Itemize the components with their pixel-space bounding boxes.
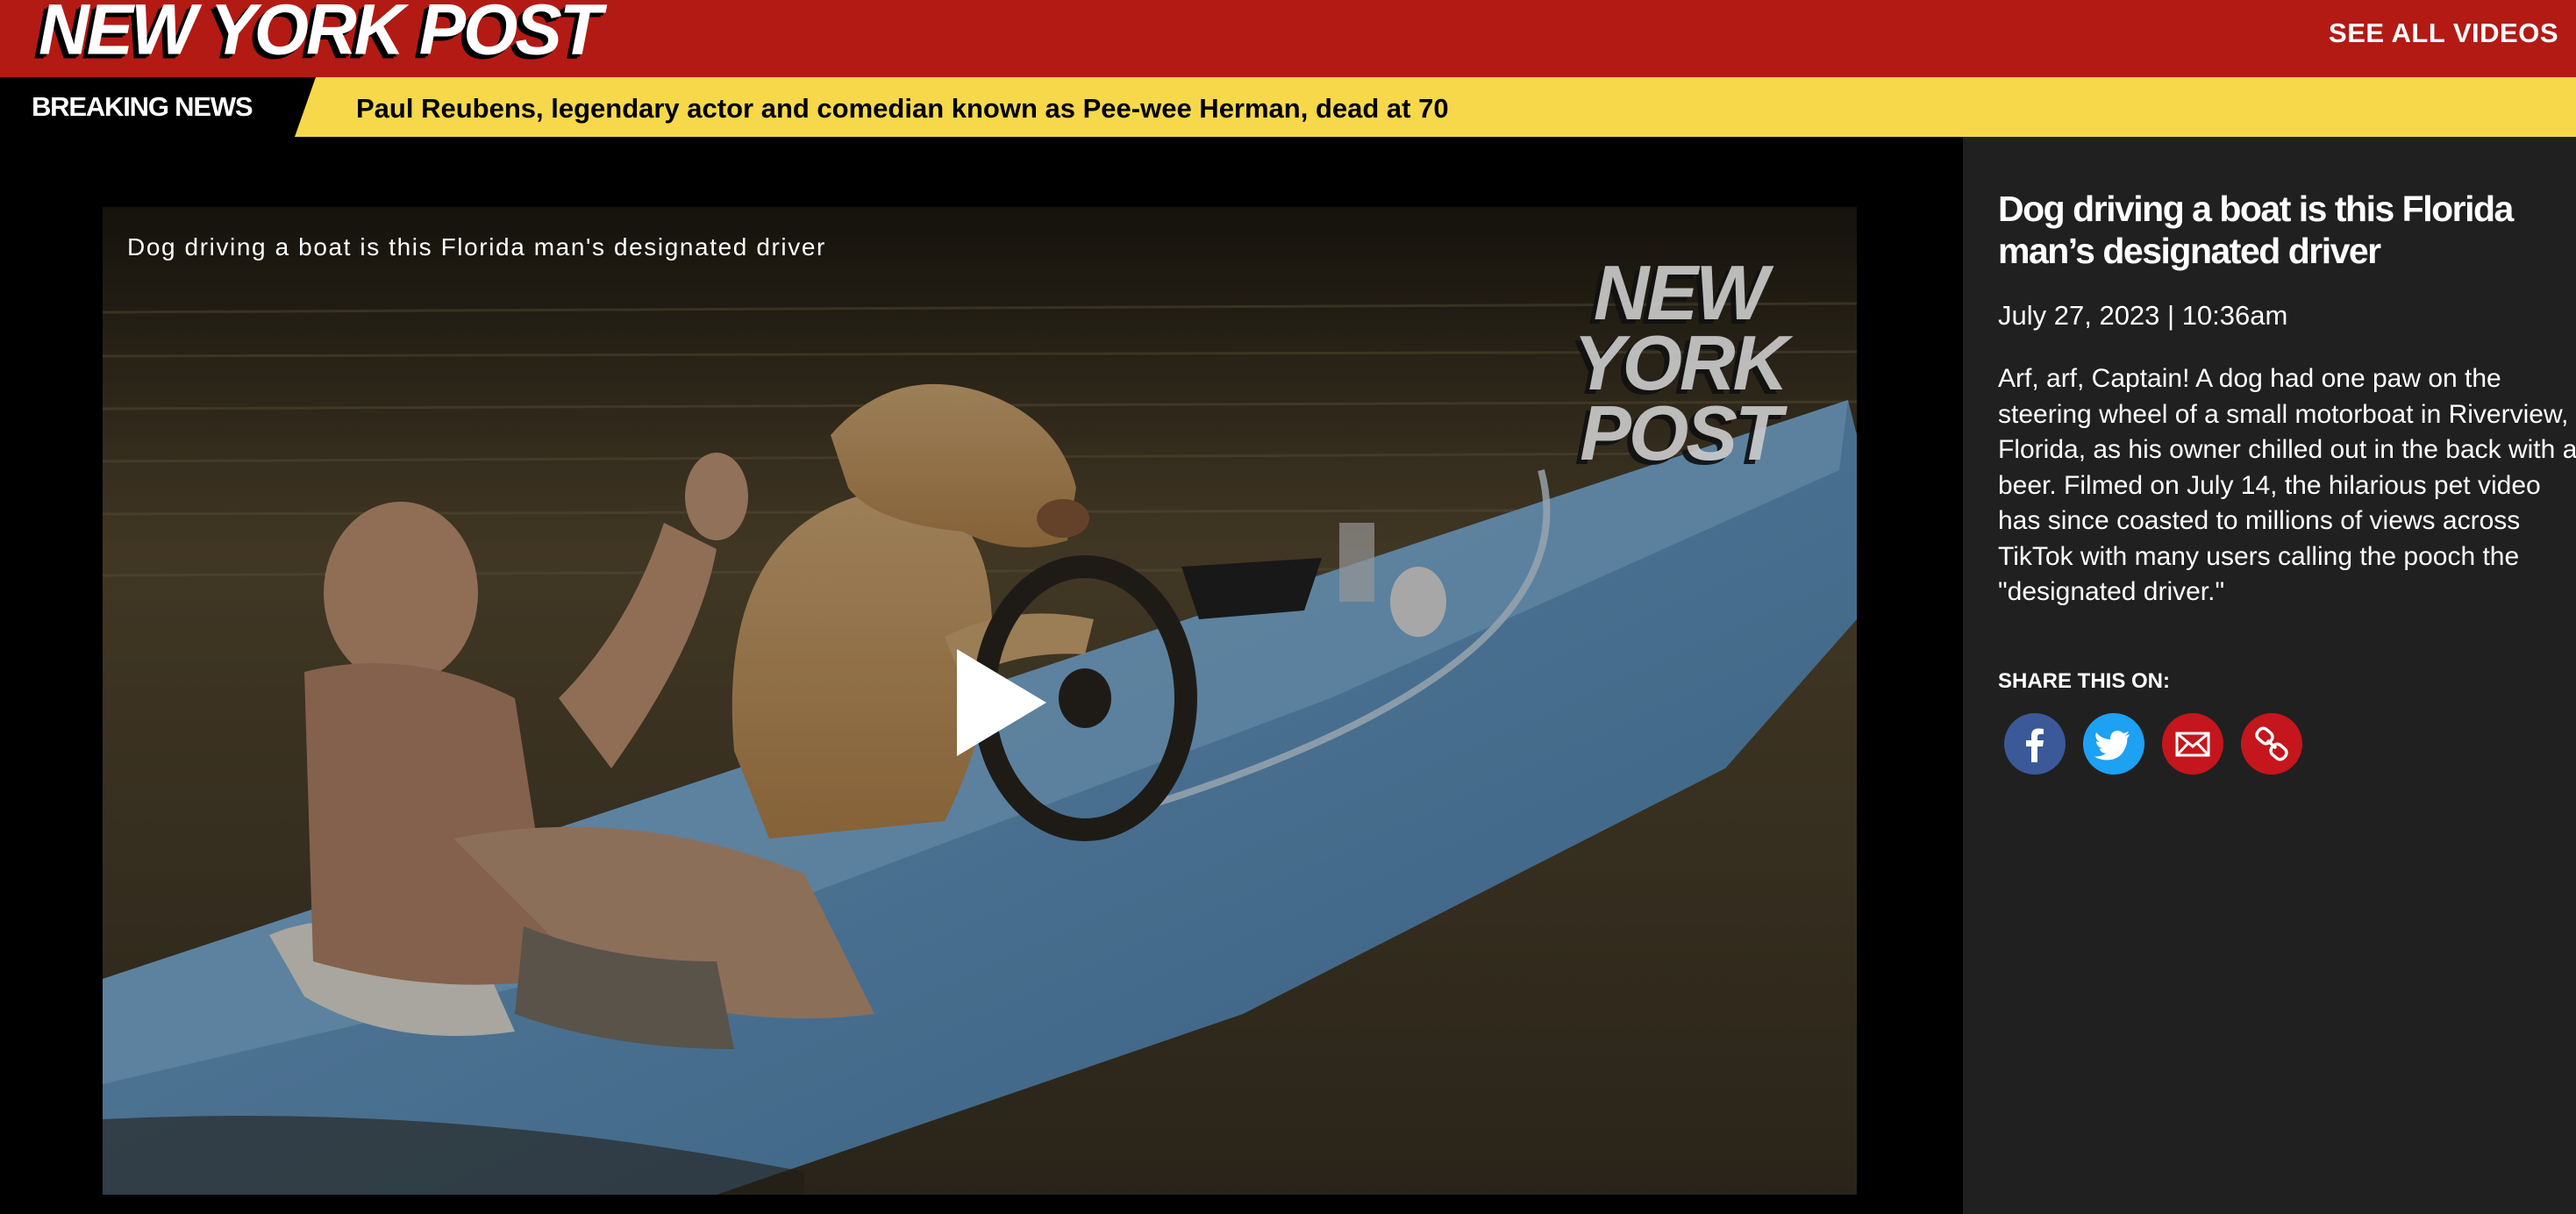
share-email-button[interactable] [2162,713,2223,775]
breaking-news-headline[interactable]: Paul Reubens, legendary actor and comedi… [356,93,1449,125]
share-facebook-button[interactable] [2004,713,2066,775]
video-stage: Dog driving a boat is this Florida man's… [0,137,1963,1214]
play-icon[interactable] [939,646,1053,760]
see-all-videos-link[interactable]: SEE ALL VIDEOS [2329,18,2558,49]
new-york-post-watermark: NEW YORK POST [1566,249,1794,476]
breaking-news-bar: BREAKING NEWS Paul Reubens, legendary ac… [0,77,2576,137]
email-icon [2162,713,2223,775]
breaking-news-label: BREAKING NEWS [32,91,253,122]
facebook-icon [2004,713,2066,775]
link-icon [2241,713,2302,775]
article-title: Dog driving a boat is this Florida man’s… [1998,189,2514,271]
new-york-post-logo[interactable]: NEW YORK POST [39,0,603,66]
article-date: July 27, 2023 | 10:36am [1998,300,2288,331]
video-overlay-title: Dog driving a boat is this Florida man's… [127,233,826,261]
video-player[interactable]: Dog driving a boat is this Florida man's… [103,207,1857,1195]
site-header: NEW YORK POST SEE ALL VIDEOS [0,0,2576,77]
share-label: SHARE THIS ON: [1998,669,2171,693]
watermark-line: POST [1580,389,1782,476]
share-twitter-button[interactable] [2083,713,2144,775]
watermark-line: NEW [1593,249,1768,336]
video-details-sidebar: Dog driving a boat is this Florida man’s… [1963,137,2576,1214]
twitter-icon [2083,713,2144,775]
breaking-news-label-box: BREAKING NEWS [0,77,316,137]
watermark-line: YORK [1573,319,1788,406]
share-copy-link-button[interactable] [2241,713,2302,775]
article-description: Arf, arf, Captain! A dog had one paw on … [1998,364,2576,606]
